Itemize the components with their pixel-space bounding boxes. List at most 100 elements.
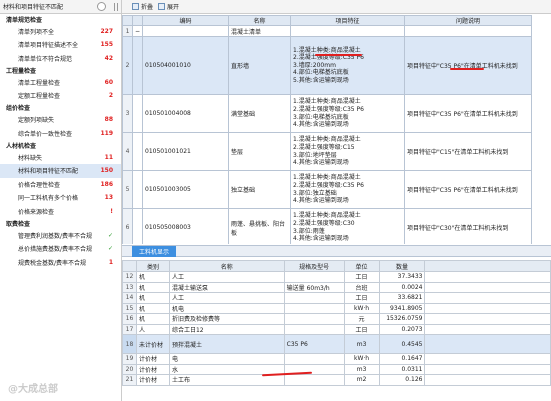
feature-header: 项目特征 bbox=[290, 15, 406, 26]
check-item[interactable]: 综合单价一致性检查 119 bbox=[0, 127, 121, 141]
feature-cell[interactable]: 1.混凝土种类:商品混凝土 2.混凝土强度等级:C35 P6 3.墙厚:200m… bbox=[290, 36, 406, 95]
spec-cell bbox=[283, 323, 345, 335]
feature-cell[interactable]: 1.混凝土种类:商品混凝土 2.混凝土强度等级:C15 3.部位:地坪垫层 4.… bbox=[290, 132, 406, 171]
category-heading[interactable]: 取费检查 bbox=[0, 218, 121, 229]
tree-toggle-icon[interactable] bbox=[131, 170, 144, 209]
group-row[interactable]: 1− 混凝土清单 bbox=[122, 25, 533, 37]
resource-row[interactable]: 13 机混凝土输送泵 输送量 60m3/h 台班 0.0024 bbox=[122, 281, 551, 293]
panel-grip-icon[interactable] bbox=[114, 2, 118, 11]
tree-toggle-icon[interactable]: − bbox=[131, 25, 144, 37]
tree-toggle-icon[interactable] bbox=[131, 36, 144, 95]
feature-cell[interactable]: 1.混凝土种类:商品混凝土 2.混凝土强度等级:C30 3.部位:雨蓬 4.其他… bbox=[290, 208, 406, 244]
resource-row[interactable]: 16 机折旧费及检修费等 元 15326.0759 bbox=[122, 313, 551, 325]
resource-row[interactable]: 12 机人工 工日 37.3433 bbox=[122, 271, 551, 283]
code-cell: 010501004008 bbox=[142, 94, 230, 133]
check-item-count: 227 bbox=[100, 27, 113, 35]
tree-toggle-icon[interactable] bbox=[131, 132, 144, 171]
panel-title-bar: 材料和项目特征不匹配 bbox=[0, 0, 121, 14]
resource-name-cell: 混凝土输送泵 bbox=[168, 281, 285, 293]
check-item-label: 清单列项不全 bbox=[18, 28, 55, 36]
resource-row[interactable]: 18 未计价材 预拌混凝土 C35 P6 m3 0.4545 bbox=[122, 334, 551, 354]
check-item-count: 2 bbox=[108, 92, 113, 100]
category-heading[interactable]: 组价检查 bbox=[0, 103, 121, 114]
quantity-cell: 37.3433 bbox=[378, 271, 426, 283]
row-number: 16 bbox=[122, 313, 137, 325]
check-item-label: 总价措施费基数/费率不合规 bbox=[18, 246, 93, 254]
unit-cell: m3 bbox=[343, 363, 380, 375]
table-row[interactable]: 3 010501004008 满堂基础 1.混凝土种类:商品混凝土 2.混凝土强度等级… bbox=[122, 94, 533, 133]
category-heading[interactable]: 人材机检查 bbox=[0, 140, 121, 151]
category-cell: 计价材 bbox=[135, 363, 170, 375]
code-cell: 010505008003 bbox=[142, 208, 230, 244]
tree-toggle-icon[interactable] bbox=[131, 94, 144, 133]
blank-cell bbox=[424, 271, 551, 283]
close-icon[interactable] bbox=[97, 2, 106, 11]
table-row[interactable]: 5 010501003005 独立基础 1.混凝土种类:商品混凝土 2.混凝土强度等级… bbox=[122, 170, 533, 209]
resource-header-row: 类别 名称 规格及型号 单位 数量 bbox=[122, 260, 551, 272]
feature-cell[interactable]: 1.混凝土种类:商品混凝土 2.混凝土强度等级:C35 P6 3.部位:电梯基坑… bbox=[290, 94, 406, 133]
expand-button[interactable]: 展开 bbox=[158, 2, 179, 11]
check-item[interactable]: 材料缺失 11 bbox=[0, 151, 121, 165]
table-row[interactable]: 4 010501001021 垫层 1.混凝土种类:商品混凝土 2.混凝土强度等级:C… bbox=[122, 132, 533, 171]
resource-row[interactable]: 15 机机电 kW·h 9341.8905 bbox=[122, 302, 551, 314]
resource-row[interactable]: 19 计价材电 kW·h 0.1647 bbox=[122, 353, 551, 365]
blank-cell bbox=[424, 374, 551, 386]
category-heading[interactable]: 清单规范检查 bbox=[0, 14, 121, 25]
fold-button[interactable]: 折叠 bbox=[132, 2, 153, 11]
unit-cell: 工日 bbox=[343, 271, 380, 283]
check-item[interactable]: 价格合理性检查 186 bbox=[0, 178, 121, 192]
group-code bbox=[142, 25, 230, 37]
unit-cell: m3 bbox=[343, 334, 380, 354]
quantity-cell: 0.0024 bbox=[378, 281, 426, 293]
resource-name-cell: 水 bbox=[168, 363, 285, 375]
check-item[interactable]: 管理费利润基数/费率不合规 ✓ bbox=[0, 229, 121, 243]
row-number: 4 bbox=[122, 132, 133, 171]
table-row[interactable]: 2 010504001010 直形墙 1.混凝土种类:商品混凝土 2.混凝土强度等级:… bbox=[122, 36, 533, 95]
category-cell: 机 bbox=[135, 302, 170, 314]
resource-row[interactable]: 20 计价材水 m3 0.0311 bbox=[122, 363, 551, 375]
name-header: 名称 bbox=[168, 260, 285, 272]
check-item[interactable]: 定额工程量检查 2 bbox=[0, 89, 121, 103]
spec-cell bbox=[283, 271, 345, 283]
category-cell: 机 bbox=[135, 281, 170, 293]
check-item-label: 材料和项目特征不匹配 bbox=[18, 168, 79, 176]
issue-cell: 项目特征中"C35 P6"在清单工料机未找到 bbox=[404, 36, 533, 95]
row-number: 19 bbox=[122, 353, 137, 365]
check-panel: 材料和项目特征不匹配 清单规范检查 清单列项不全 227 清单项目特征描述不全 155 清… bbox=[0, 0, 122, 401]
check-item[interactable]: 规费税金基数/费率不合规 1 bbox=[0, 256, 121, 270]
category-cell: 未计价材 bbox=[135, 334, 170, 354]
expand-icon bbox=[158, 3, 166, 10]
check-item[interactable]: 材料和项目特征不匹配 150 bbox=[0, 164, 121, 178]
blank-header bbox=[424, 260, 551, 272]
check-item-label: 清单单位不符合规范 bbox=[18, 55, 73, 63]
bill-grid: 编码 名称 项目特征 问题说明 1− 混凝土清单 2 010504001010 直形墙 1… bbox=[122, 15, 551, 244]
unit-cell: 元 bbox=[343, 313, 380, 325]
resource-name-cell: 预拌混凝土 bbox=[168, 334, 285, 354]
check-item[interactable]: 清单列项不全 227 bbox=[0, 25, 121, 39]
quantity-cell: 0.4545 bbox=[378, 334, 426, 354]
spec-cell bbox=[283, 302, 345, 314]
resource-row[interactable]: 14 机人工 工日 33.6821 bbox=[122, 292, 551, 304]
check-item-count: 42 bbox=[104, 54, 113, 62]
category-heading[interactable]: 工程量检查 bbox=[0, 65, 121, 76]
check-item[interactable]: 同一工料机有多个价格 13 bbox=[0, 191, 121, 205]
table-row[interactable]: 6 010505008003 雨蓬、悬挑板、阳台板 1.混凝土种类:商品混凝土 2.混… bbox=[122, 208, 533, 244]
check-item[interactable]: 总价措施费基数/费率不合规 ✓ bbox=[0, 242, 121, 256]
tab-labor-material-machine[interactable]: 工料机显示 bbox=[132, 246, 177, 257]
check-item-count: 186 bbox=[100, 180, 113, 188]
resource-row[interactable]: 21 计价材 土工布 m2 0.126 bbox=[122, 374, 551, 386]
check-item[interactable]: 清单工程量检查 60 bbox=[0, 76, 121, 90]
check-item[interactable]: 清单单位不符合规范 42 bbox=[0, 52, 121, 66]
expand-label: 展开 bbox=[167, 4, 180, 11]
check-item[interactable]: 价格来源检查! bbox=[0, 205, 121, 219]
feature-cell[interactable]: 1.混凝土种类:商品混凝土 2.混凝土强度等级:C35 P6 3.部位:独立基础… bbox=[290, 170, 406, 209]
resource-row[interactable]: 17 人综合工日12 工日 0.2073 bbox=[122, 323, 551, 335]
tree-toggle-icon[interactable] bbox=[131, 208, 144, 244]
check-item[interactable]: 定额列项缺失 88 bbox=[0, 113, 121, 127]
spec-cell bbox=[283, 374, 345, 386]
check-item-label: 同一工料机有多个价格 bbox=[18, 195, 79, 203]
check-item-count: 155 bbox=[100, 41, 113, 49]
spec-header: 规格及型号 bbox=[283, 260, 345, 272]
name-cell: 直形墙 bbox=[228, 36, 292, 95]
check-item[interactable]: 清单项目特征描述不全 155 bbox=[0, 38, 121, 52]
